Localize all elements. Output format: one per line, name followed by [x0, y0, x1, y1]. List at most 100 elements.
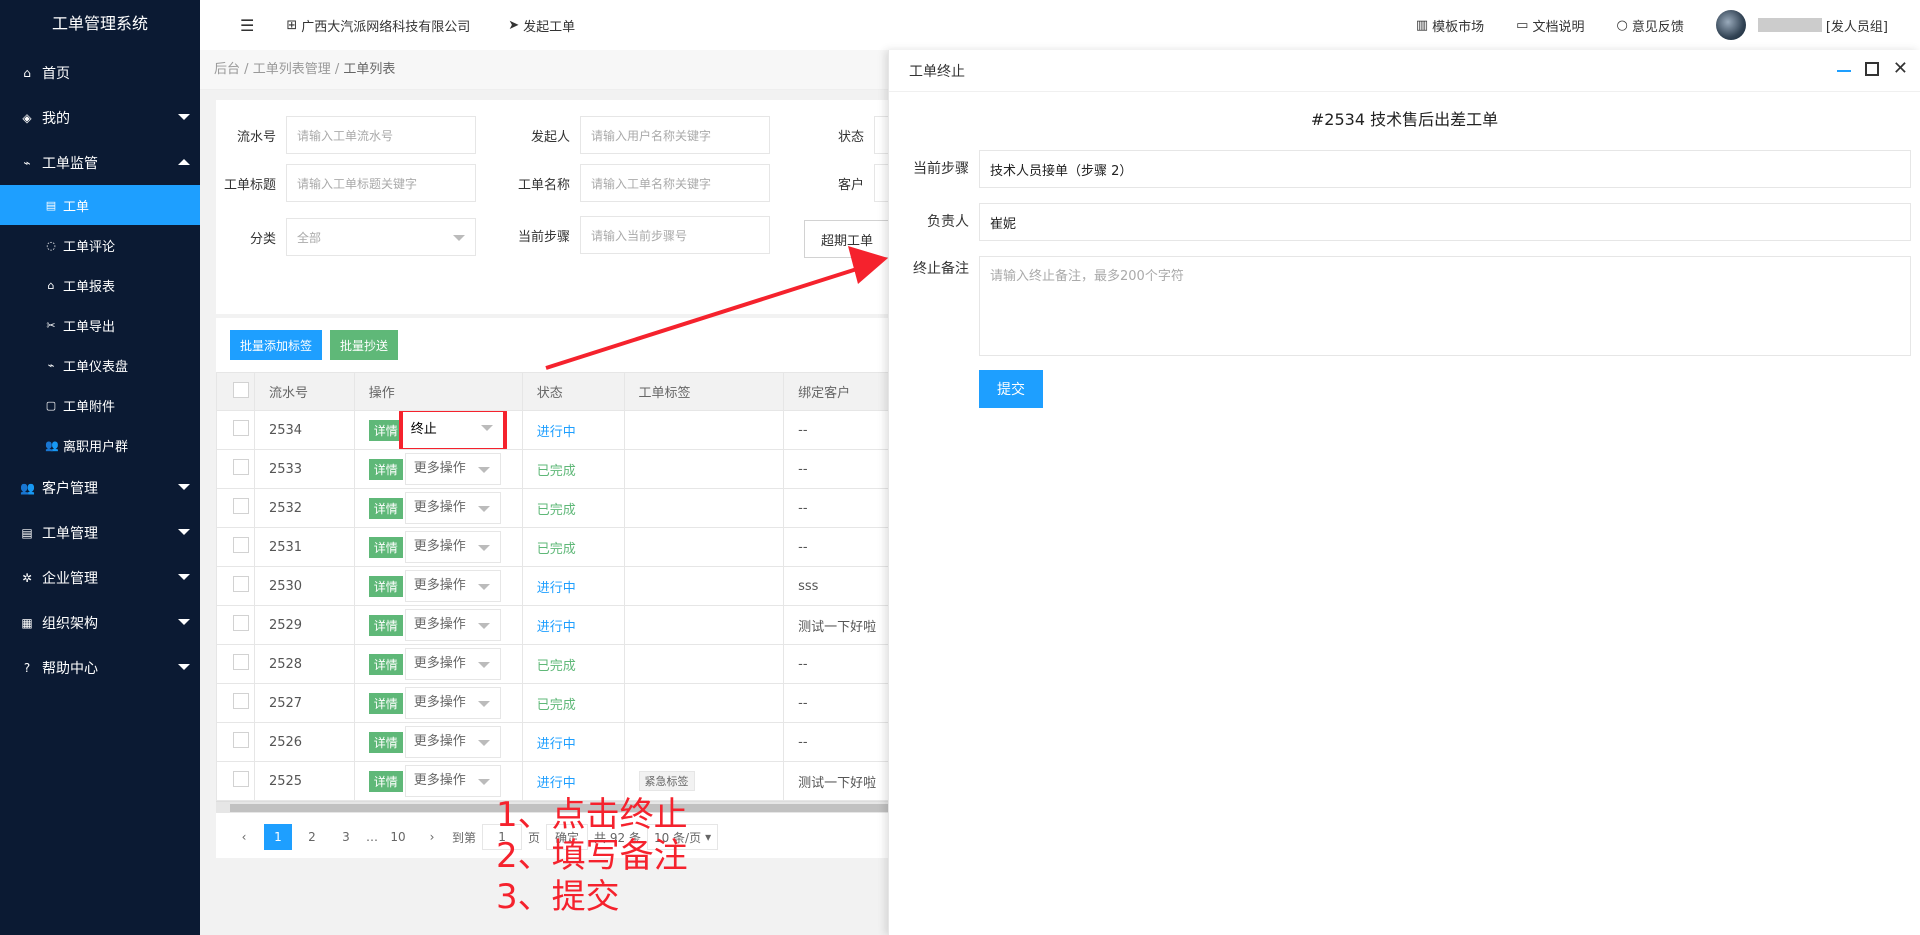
sidebar-item-customers[interactable]: 👥 客户管理	[0, 465, 200, 510]
detail-button[interactable]: 详情	[368, 692, 403, 714]
tags-cell	[623, 488, 785, 528]
breadcrumb-home[interactable]: 后台	[214, 62, 240, 77]
submit-button[interactable]: 提交	[979, 370, 1043, 408]
detail-button[interactable]: 详情	[368, 614, 403, 636]
operation-select[interactable]: 更多操作	[404, 648, 501, 680]
sidebar-item-home[interactable]: ⌂ 首页	[0, 50, 200, 95]
row-checkbox[interactable]	[233, 420, 249, 436]
docs-link[interactable]: ▭ 文档说明	[1516, 16, 1584, 35]
detail-button[interactable]: 详情	[368, 536, 403, 558]
row-checkbox[interactable]	[233, 771, 249, 787]
sidebar-sub-attachments[interactable]: ▢ 工单附件	[0, 385, 200, 425]
sidebar-sub-report[interactable]: ⌂ 工单报表	[0, 265, 200, 305]
page-1[interactable]: 1	[264, 824, 292, 850]
next-page-icon[interactable]: ›	[418, 824, 446, 850]
detail-button[interactable]: 详情	[368, 497, 403, 519]
row-checkbox[interactable]	[233, 693, 249, 709]
prev-page-icon[interactable]: ‹	[230, 824, 258, 850]
feedback-link[interactable]: ○ 意见反馈	[1616, 16, 1683, 35]
detail-button[interactable]: 详情	[368, 731, 403, 753]
feedback-label: 意见反馈	[1631, 19, 1684, 35]
sidebar-item-label: 工单管理	[42, 525, 98, 542]
page-last[interactable]: 10	[384, 824, 412, 850]
book-icon: ▥	[1415, 17, 1429, 33]
table-row[interactable]: 2526 详情 更多操作 进行中 --	[216, 722, 916, 762]
operation-select[interactable]: 更多操作	[404, 687, 501, 719]
org-switch[interactable]: ⊞ 广西大汽派网络科技有限公司	[286, 16, 470, 35]
sidebar-sub-ticket[interactable]: ▤ 工单	[0, 185, 200, 225]
clipboard-icon: ▤	[21, 525, 33, 540]
category-select[interactable]: 全部	[286, 218, 476, 256]
table-row[interactable]: 2529 详情 更多操作 进行中 测试一下好啦	[216, 605, 916, 645]
batch-tag-button[interactable]: 批量添加标签	[230, 330, 323, 360]
filter-row: 当前步骤 请输入当前步骤号	[510, 216, 770, 254]
operation-select[interactable]: 更多操作	[404, 453, 501, 485]
row-checkbox[interactable]	[233, 732, 249, 748]
menu-toggle-icon[interactable]: ☰	[240, 16, 254, 35]
detail-button[interactable]: 详情	[368, 575, 403, 597]
sidebar-item-help[interactable]: ? 帮助中心	[0, 645, 200, 690]
sidebar-sub-departed[interactable]: 👥 离职用户群	[0, 425, 200, 465]
operation-select[interactable]: 更多操作	[404, 531, 501, 563]
row-checkbox[interactable]	[233, 576, 249, 592]
initiator-input[interactable]: 请输入用户名称关键字	[580, 116, 770, 154]
operation-select[interactable]: 更多操作	[404, 570, 501, 602]
row-checkbox[interactable]	[233, 615, 249, 631]
batch-cc-button[interactable]: 批量抄送	[330, 330, 399, 360]
page-3[interactable]: 3	[332, 824, 360, 850]
sidebar-item-mine[interactable]: ◈ 我的	[0, 95, 200, 140]
launch-ticket-link[interactable]: ➤ 发起工单	[508, 16, 575, 35]
operation-select[interactable]: 更多操作	[404, 609, 501, 641]
breadcrumb-mid[interactable]: 工单列表管理	[253, 62, 331, 77]
table-row[interactable]: 2527 详情 更多操作 已完成 --	[216, 683, 916, 723]
template-market-label: 模板市场	[1432, 19, 1485, 35]
close-icon[interactable]: ✕	[1893, 60, 1908, 78]
table-row[interactable]: 2528 详情 更多操作 已完成 --	[216, 644, 916, 684]
chevron-down-icon	[453, 235, 465, 241]
page-2[interactable]: 2	[298, 824, 326, 850]
user-menu[interactable]: [发人员组]	[1715, 10, 1888, 40]
current-step-label: 当前步骤	[913, 161, 969, 177]
maximize-icon[interactable]	[1864, 62, 1879, 76]
annotation-steps: 1、点击终止 2、填写备注 3、提交	[496, 795, 688, 918]
minimize-icon[interactable]	[1836, 70, 1851, 72]
sidebar-sub-export[interactable]: ✂ 工单导出	[0, 305, 200, 345]
table-row[interactable]: 2532 详情 更多操作 已完成 --	[216, 488, 916, 528]
operation-select[interactable]: 更多操作	[404, 765, 501, 797]
title-input[interactable]: 请输入工单标题关键字	[286, 164, 476, 202]
table-row[interactable]: 2534 详情 终止 进行中 --	[216, 410, 916, 450]
detail-button[interactable]: 详情	[368, 419, 403, 441]
name-input[interactable]: 请输入工单名称关键字	[580, 164, 770, 202]
owner-field[interactable]: 崔妮	[979, 203, 1911, 241]
remark-textarea[interactable]: 请输入终止备注，最多200个字符	[979, 256, 1911, 356]
overdue-button[interactable]: 超期工单	[804, 220, 891, 258]
detail-button[interactable]: 详情	[368, 770, 403, 792]
row-checkbox[interactable]	[233, 537, 249, 553]
chevron-down-icon	[178, 114, 190, 120]
sidebar-sub-dashboard[interactable]: ⌁ 工单仪表盘	[0, 345, 200, 385]
template-market-link[interactable]: ▥ 模板市场	[1416, 16, 1484, 35]
sidebar-item-enterprise[interactable]: ✲ 企业管理	[0, 555, 200, 600]
row-checkbox[interactable]	[233, 654, 249, 670]
sidebar-item-org[interactable]: ▦ 组织架构	[0, 600, 200, 645]
operation-select[interactable]: 更多操作	[404, 492, 501, 524]
row-checkbox[interactable]	[233, 498, 249, 514]
row-checkbox[interactable]	[233, 459, 249, 475]
table-row[interactable]: 2530 详情 更多操作 进行中 sss	[216, 566, 916, 606]
filter-row: 工单名称 请输入工单名称关键字	[510, 164, 770, 202]
sidebar-item-tickets[interactable]: ▤ 工单管理	[0, 510, 200, 555]
user-group: [发人员组]	[1825, 19, 1888, 35]
sidebar-sub-comments[interactable]: ◌ 工单评论	[0, 225, 200, 265]
serial-input[interactable]: 请输入工单流水号	[286, 116, 476, 154]
step-input[interactable]: 请输入当前步骤号	[580, 216, 770, 254]
filter-row: 分类 全部	[216, 218, 476, 256]
table-row[interactable]: 2533 详情 更多操作 已完成 --	[216, 449, 916, 489]
sidebar-item-monitor[interactable]: ⌁ 工单监管	[0, 140, 200, 185]
select-all-checkbox[interactable]	[233, 381, 249, 398]
detail-button[interactable]: 详情	[368, 458, 403, 480]
current-step-field[interactable]: 技术人员接单（步骤 2）	[979, 150, 1911, 188]
table-row[interactable]: 2531 详情 更多操作 已完成 --	[216, 527, 916, 567]
detail-button[interactable]: 详情	[368, 653, 403, 675]
operation-select[interactable]: 终止	[398, 411, 507, 449]
operation-select[interactable]: 更多操作	[404, 726, 501, 758]
